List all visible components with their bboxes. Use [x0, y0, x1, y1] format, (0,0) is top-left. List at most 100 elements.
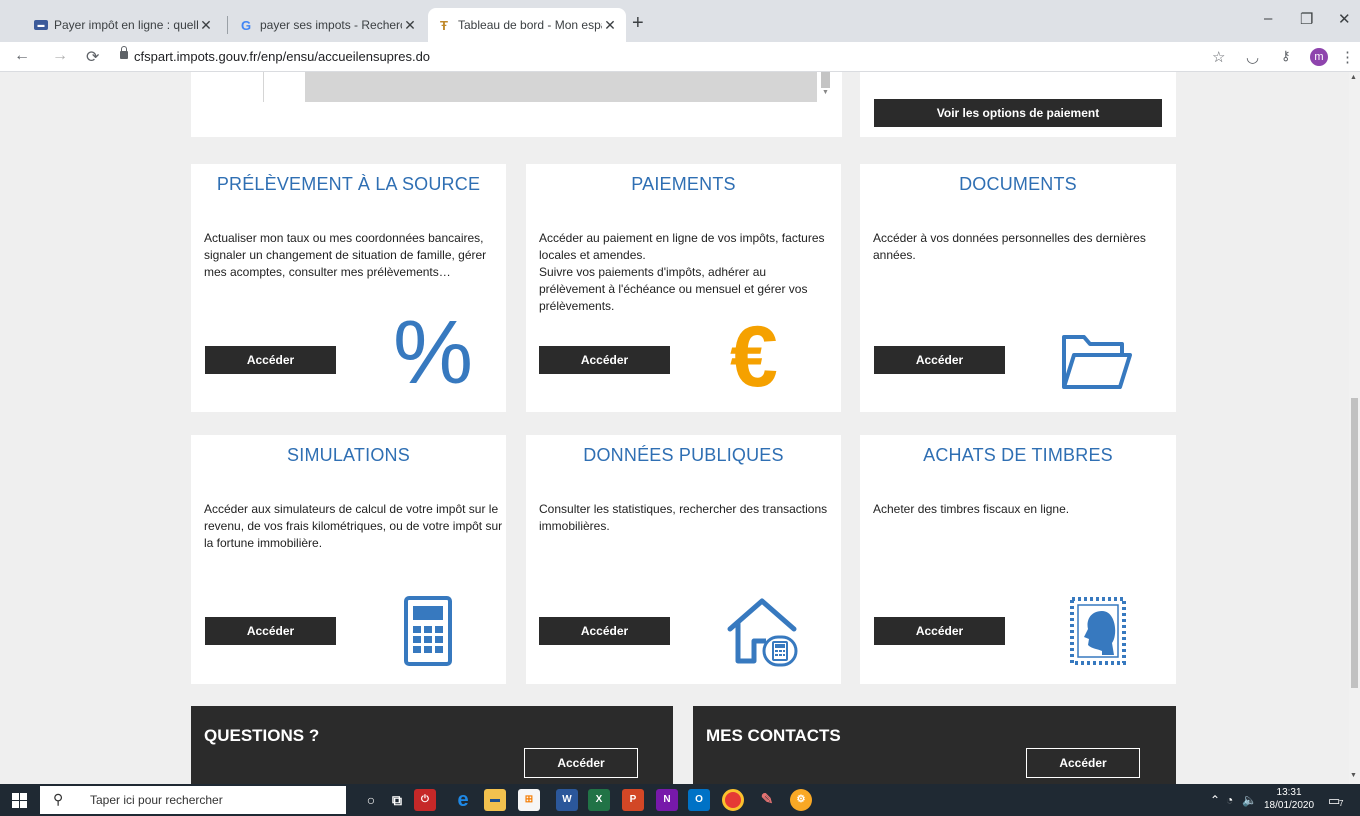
clock-time: 13:31 — [1276, 787, 1302, 798]
tab-title: Payer impôt en ligne : quelle est — [54, 18, 198, 32]
mes-contacts-acceder-button[interactable]: Accéder — [1026, 748, 1140, 778]
tab-title: payer ses impots - Recherche Go — [260, 18, 402, 32]
euro-icon: € — [730, 309, 778, 405]
settings-gear-icon[interactable]: ⚙ — [790, 789, 812, 811]
paint-icon[interactable]: ✎ — [756, 789, 778, 811]
acceder-button[interactable]: Accéder — [874, 346, 1005, 374]
dgfip-favicon-icon: Ŧ — [440, 17, 448, 33]
back-arrow-icon[interactable]: ← — [14, 47, 30, 65]
card-achats-timbres: ACHATS DE TIMBRES Acheter des timbres fi… — [860, 435, 1176, 684]
windows-start-icon[interactable] — [12, 793, 27, 808]
calculator-icon — [404, 596, 452, 666]
profile-avatar[interactable]: m — [1310, 48, 1328, 66]
outlook-icon[interactable]: O — [688, 789, 710, 811]
close-window-icon[interactable]: ✕ — [1338, 10, 1351, 28]
house-calculator-icon — [727, 598, 798, 667]
file-explorer-icon[interactable]: ▬ — [484, 789, 506, 811]
folder-icon — [1062, 335, 1132, 389]
acceder-button[interactable]: Accéder — [539, 346, 670, 374]
mes-contacts-title: MES CONTACTS — [706, 726, 841, 745]
powerpoint-icon[interactable]: P — [622, 789, 644, 811]
questions-title: QUESTIONS ? — [204, 726, 320, 745]
tray-chevron-up-icon[interactable]: ⌃ — [1210, 793, 1220, 807]
card-title: PRÉLÈVEMENT À LA SOURCE — [216, 174, 481, 194]
tab-google-search[interactable]: G payer ses impots - Recherche Go ✕ — [230, 8, 426, 42]
scroll-up-arrow-icon[interactable]: ▲ — [1350, 74, 1357, 81]
card-description: Acheter des timbres fiscaux en ligne. — [873, 502, 1070, 516]
edge-browser-icon[interactable]: e — [452, 789, 474, 811]
notification-count: 7 — [1339, 799, 1344, 808]
questions-card: QUESTIONS ? Accéder — [191, 706, 673, 784]
card-description: Consulter les statistiques, rechercher d… — [539, 502, 828, 533]
close-icon[interactable]: ✕ — [198, 17, 214, 34]
cortana-icon[interactable]: ○ — [360, 789, 382, 811]
taskbar-search-box[interactable]: ⚲ Taper ici pour rechercher — [40, 786, 346, 814]
store-icon[interactable]: ⊞ — [518, 789, 540, 811]
acceder-button[interactable]: Accéder — [539, 617, 670, 645]
minimize-icon[interactable]: – — [1264, 10, 1272, 27]
forward-arrow-icon[interactable]: → — [52, 47, 68, 65]
scrollbar-thumb[interactable] — [1351, 398, 1358, 688]
card-documents: DOCUMENTS Accéder à vos données personne… — [860, 164, 1176, 412]
card-prelevement-source: PRÉLÈVEMENT À LA SOURCE Actualiser mon t… — [191, 164, 506, 412]
card-description: Accéder aux simulateurs de calcul de vot… — [204, 502, 503, 550]
embedded-scrollbar-thumb[interactable] — [821, 72, 830, 88]
stamp-icon — [1070, 597, 1126, 665]
lock-icon — [120, 46, 128, 59]
restore-icon[interactable]: ❐ — [1300, 10, 1313, 28]
google-favicon-icon: G — [240, 17, 252, 33]
card-title: SIMULATIONS — [287, 445, 410, 465]
tab-payer-impot[interactable]: ▬ Payer impôt en ligne : quelle est ✕ — [26, 8, 222, 42]
card-description: Accéder au paiement en ligne de vos impô… — [539, 231, 825, 313]
card-title: ACHATS DE TIMBRES — [923, 445, 1113, 465]
top-left-card-partial: ▼ — [191, 72, 842, 137]
power-app-icon[interactable]: ⏻ — [414, 789, 436, 811]
browser-tab-strip: ▬ Payer impôt en ligne : quelle est ✕ G … — [0, 0, 1360, 42]
card-title: PAIEMENTS — [631, 174, 736, 194]
tab-title: Tableau de bord - Mon espace p — [458, 18, 602, 32]
tab-separator — [227, 16, 228, 34]
scroll-down-arrow-icon[interactable]: ▼ — [822, 89, 829, 96]
word-icon[interactable]: W — [556, 789, 578, 811]
tab-tableau-de-bord[interactable]: Ŧ Tableau de bord - Mon espace p ✕ — [428, 8, 626, 42]
page-viewport: ▼ Voir les options de paiement PRÉLÈVEME… — [0, 72, 1349, 784]
percent-icon: % — [393, 303, 474, 403]
top-right-card-partial: Voir les options de paiement — [860, 72, 1176, 137]
clock-date: 18/01/2020 — [1264, 800, 1315, 811]
menu-dots-icon[interactable]: ⋮ — [1340, 48, 1355, 66]
impots-favicon-icon: ▬ — [34, 20, 48, 30]
task-view-icon[interactable]: ⧉ — [386, 789, 408, 811]
close-icon[interactable]: ✕ — [602, 17, 618, 34]
bookmark-star-icon[interactable]: ☆ — [1212, 48, 1225, 66]
address-bar-url[interactable]: cfspart.impots.gouv.fr/enp/ensu/accueile… — [134, 49, 430, 64]
password-key-icon[interactable]: ⚷ — [1281, 48, 1291, 64]
search-placeholder: Taper ici pour rechercher — [90, 793, 223, 807]
divider — [263, 72, 264, 102]
payment-options-button[interactable]: Voir les options de paiement — [874, 99, 1162, 127]
questions-acceder-button[interactable]: Accéder — [524, 748, 638, 778]
volume-icon[interactable]: 🔈 — [1242, 793, 1257, 807]
onenote-icon[interactable]: N — [656, 789, 678, 811]
wifi-icon[interactable]: ◔ — [1226, 793, 1233, 807]
excel-icon[interactable]: X — [588, 789, 610, 811]
acceder-button[interactable]: Accéder — [205, 617, 336, 645]
card-title: DOCUMENTS — [959, 174, 1077, 194]
scroll-down-arrow-icon[interactable]: ▼ — [1350, 772, 1357, 779]
windows-taskbar: ⚲ Taper ici pour rechercher ○ ⧉ ⏻ e ▬ ⊞ … — [0, 784, 1360, 816]
pocket-icon[interactable]: ◡ — [1246, 48, 1259, 66]
embedded-content-area — [305, 72, 817, 102]
card-description: Accéder à vos données personnelles des d… — [873, 231, 1146, 262]
page-scrollbar[interactable]: ▲ ▼ — [1349, 72, 1360, 784]
card-paiements: PAIEMENTS Accéder au paiement en ligne d… — [526, 164, 841, 412]
search-icon: ⚲ — [53, 791, 64, 807]
new-tab-button[interactable]: + — [632, 12, 644, 35]
card-title: DONNÉES PUBLIQUES — [583, 445, 784, 465]
chrome-icon[interactable] — [722, 789, 744, 811]
taskbar-clock[interactable]: 13:31 18/01/2020 — [1264, 786, 1314, 812]
card-donnees-publiques: DONNÉES PUBLIQUES Consulter les statisti… — [526, 435, 841, 684]
reload-icon[interactable]: ⟳ — [86, 47, 99, 67]
close-icon[interactable]: ✕ — [402, 17, 418, 34]
acceder-button[interactable]: Accéder — [205, 346, 336, 374]
acceder-button[interactable]: Accéder — [874, 617, 1005, 645]
mes-contacts-card: MES CONTACTS Accéder — [693, 706, 1176, 784]
